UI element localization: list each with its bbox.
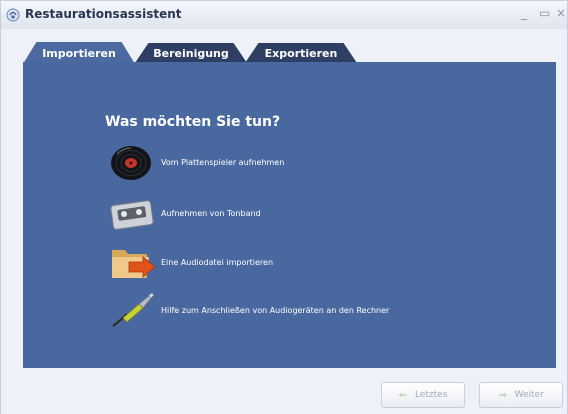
back-button[interactable]: ⇐ Letztes [381, 382, 465, 408]
footer-bar: ⇐ Letztes ⇒ Weiter [1, 368, 567, 414]
folder-import-icon [109, 242, 157, 282]
audio-cable-icon [109, 290, 157, 330]
vinyl-record-icon [109, 142, 157, 182]
next-button-label: Weiter [514, 390, 544, 400]
option-label: Eine Audiodatei importieren [161, 257, 274, 267]
option-record-tape[interactable]: Aufnehmen von Tonband [109, 193, 469, 233]
option-label: Aufnehmen von Tonband [161, 208, 261, 218]
tab-strip: Importieren Bereinigung Exportieren [1, 29, 567, 64]
cassette-tape-icon [109, 193, 157, 233]
arrow-right-icon: ⇒ [498, 389, 507, 401]
close-button[interactable]: × [556, 6, 566, 20]
tab-cleanup[interactable]: Bereinigung [135, 43, 247, 63]
arrow-left-icon: ⇐ [398, 389, 407, 401]
page-heading: Was möchten Sie tun? [105, 114, 281, 130]
restoration-wizard-window: Restaurationsassistent _ ▭ × Importieren… [0, 0, 568, 414]
window-title: Restaurationsassistent [25, 7, 182, 21]
option-import-file[interactable]: Eine Audiodatei importieren [109, 242, 469, 282]
minimize-button[interactable]: _ [521, 6, 527, 20]
main-panel: Was möchten Sie tun? Vom Plattenspieler … [23, 62, 556, 368]
tab-export[interactable]: Exportieren [245, 43, 357, 63]
tab-import[interactable]: Importieren [23, 42, 135, 64]
back-button-label: Letztes [414, 390, 448, 400]
option-label: Vom Plattenspieler aufnehmen [161, 157, 285, 167]
app-icon [6, 8, 20, 22]
title-bar[interactable]: Restaurationsassistent _ ▭ × [1, 1, 567, 30]
next-button[interactable]: ⇒ Weiter [479, 382, 563, 408]
option-label: Hilfe zum Anschließen von Audiogeräten a… [161, 305, 390, 315]
option-connect-help[interactable]: Hilfe zum Anschließen von Audiogeräten a… [109, 290, 469, 330]
option-record-turntable[interactable]: Vom Plattenspieler aufnehmen [109, 142, 469, 182]
maximize-button[interactable]: ▭ [539, 6, 550, 20]
